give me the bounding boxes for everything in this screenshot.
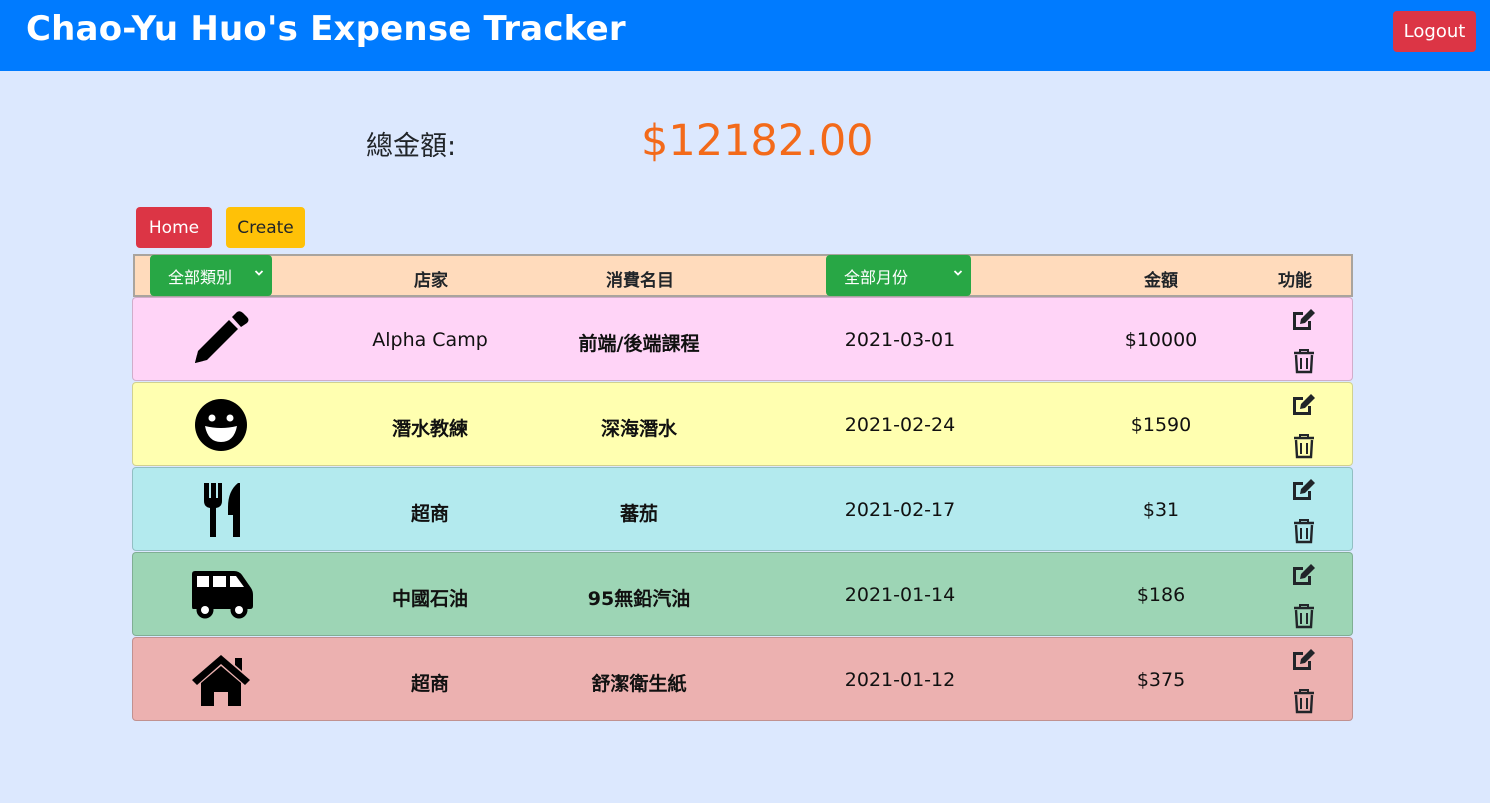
trash-icon[interactable]	[1290, 518, 1318, 544]
edit-icon[interactable]	[1290, 647, 1318, 673]
chevron-down-icon	[254, 270, 264, 276]
app-title: Chao-Yu Huo's Expense Tracker	[26, 9, 626, 49]
chevron-down-icon	[953, 270, 963, 276]
utensils-icon	[204, 483, 240, 537]
item-cell: 深海潛水	[600, 418, 678, 440]
column-header-amount: 金額	[1144, 271, 1178, 291]
amount-cell: $31	[1142, 499, 1180, 521]
merchant-cell: 超商	[410, 673, 450, 695]
date-cell: 2021-01-12	[844, 669, 956, 691]
trash-icon[interactable]	[1290, 348, 1318, 374]
month-filter-value: 全部月份	[844, 267, 909, 287]
home-icon	[192, 655, 250, 706]
date-cell: 2021-01-14	[844, 584, 956, 606]
pencil-icon	[195, 311, 249, 363]
date-cell: 2021-02-17	[844, 499, 956, 521]
navbar: Chao-Yu Huo's Expense Tracker Logout	[0, 0, 1490, 71]
table-row: Alpha Camp 前端/後端課程 2021-03-01 $10000	[132, 297, 1353, 381]
create-button[interactable]: Create	[226, 207, 305, 248]
total-amount: $12182.00	[641, 116, 874, 166]
merchant-cell: 潛水教練	[391, 418, 469, 440]
total-label: 總金額:	[366, 131, 457, 162]
month-filter-select[interactable]: 全部月份	[826, 255, 971, 296]
table-row: 超商 舒潔衛生紙 2021-01-12 $375	[132, 637, 1353, 721]
item-cell: 95無鉛汽油	[587, 588, 691, 610]
edit-icon[interactable]	[1290, 392, 1318, 418]
merchant-cell: 超商	[410, 503, 450, 525]
amount-cell: $375	[1136, 669, 1186, 691]
merchant-cell: 中國石油	[391, 588, 469, 610]
edit-icon[interactable]	[1290, 477, 1318, 503]
table-row: 潛水教練 深海潛水 2021-02-24 $1590	[132, 382, 1353, 466]
table-row: 超商 蕃茄 2021-02-17 $31	[132, 467, 1353, 551]
category-filter-value: 全部類別	[168, 267, 233, 287]
amount-cell: $186	[1136, 584, 1186, 606]
item-cell: 舒潔衛生紙	[591, 673, 687, 695]
trash-icon[interactable]	[1290, 433, 1318, 459]
table-header: 全部類別 店家 消費名目 全部月份 金額 功能	[133, 254, 1353, 297]
edit-icon[interactable]	[1290, 562, 1318, 588]
home-button[interactable]: Home	[136, 207, 212, 248]
amount-cell: $10000	[1124, 329, 1198, 351]
amount-cell: $1590	[1130, 414, 1192, 436]
item-cell: 前端/後端課程	[578, 333, 700, 355]
merchant-cell: Alpha Camp	[372, 329, 488, 351]
item-cell: 蕃茄	[619, 503, 659, 525]
trash-icon[interactable]	[1290, 688, 1318, 714]
date-cell: 2021-02-24	[844, 414, 956, 436]
category-filter-select[interactable]: 全部類別	[150, 255, 272, 296]
column-header-functions: 功能	[1278, 271, 1312, 291]
edit-icon[interactable]	[1290, 307, 1318, 333]
table-row: 中國石油 95無鉛汽油 2021-01-14 $186	[132, 552, 1353, 636]
grin-face-icon	[195, 399, 247, 451]
trash-icon[interactable]	[1290, 603, 1318, 629]
shuttle-van-icon	[192, 571, 253, 619]
logout-button[interactable]: Logout	[1393, 11, 1476, 52]
column-header-merchant: 店家	[414, 271, 448, 291]
date-cell: 2021-03-01	[844, 329, 956, 351]
column-header-item: 消費名目	[606, 271, 674, 291]
